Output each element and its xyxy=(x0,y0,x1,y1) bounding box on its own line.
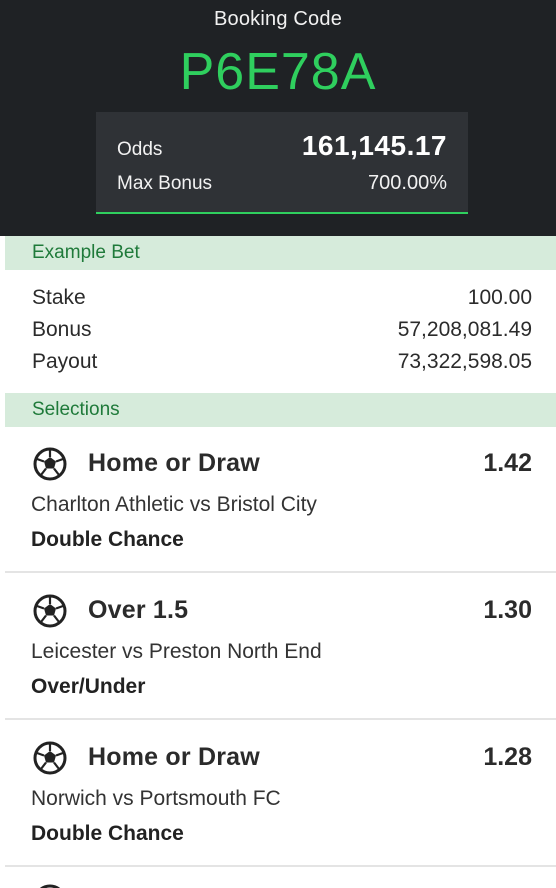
payout-label: Payout xyxy=(32,350,98,373)
selection-market: Double Chance xyxy=(31,822,184,845)
soccer-ball-icon xyxy=(39,884,61,888)
soccer-ball-icon xyxy=(33,594,67,628)
selection-market: Double Chance xyxy=(31,528,184,551)
selection-match: Leicester vs Preston North End xyxy=(31,640,322,663)
selection-pick: Over 1.5 xyxy=(88,596,189,624)
max-bonus-value: 700.00% xyxy=(368,172,447,194)
example-bet-header: Example Bet xyxy=(5,236,556,270)
selection-match: Norwich vs Portsmouth FC xyxy=(31,787,281,810)
booking-code-screen: Booking Code P6E78A Odds 161,145.17 Max … xyxy=(0,0,556,888)
max-bonus-label: Max Bonus xyxy=(117,173,213,194)
payout-value: 73,322,598.05 xyxy=(397,350,532,373)
booking-code-value[interactable]: P6E78A xyxy=(0,42,556,102)
soccer-ball-icon xyxy=(33,741,67,775)
bonus-value: 57,208,081.49 xyxy=(397,318,532,341)
selection-match: Charlton Athletic vs Bristol City xyxy=(31,493,317,516)
bonus-label: Bonus xyxy=(32,318,92,341)
booking-code-label: Booking Code xyxy=(213,8,343,30)
selection-item[interactable]: Home or Draw 1.28 Norwich vs Portsmouth … xyxy=(5,721,556,867)
payout-row: Payout 73,322,598.05 xyxy=(32,348,532,376)
selection-market: Over/Under xyxy=(31,675,146,698)
odds-summary-box: Odds 161,145.17 Max Bonus 700.00% xyxy=(96,112,468,214)
stake-value: 100.00 xyxy=(467,286,532,309)
selection-pick: Home or Draw xyxy=(88,449,260,477)
soccer-ball-icon xyxy=(33,447,67,481)
stake-label: Stake xyxy=(32,286,86,309)
selection-odds: 1.28 xyxy=(483,743,532,771)
selection-odds: 1.30 xyxy=(483,596,532,624)
selection-odds: 1.42 xyxy=(483,449,532,477)
bet-details-card: Example Bet Stake 100.00 Bonus 57,208,08… xyxy=(5,236,556,888)
odds-row: Odds 161,145.17 xyxy=(117,130,447,162)
stake-row: Stake 100.00 xyxy=(32,284,532,312)
max-bonus-row: Max Bonus 700.00% xyxy=(117,172,447,195)
odds-label: Odds xyxy=(117,139,163,160)
selection-pick: Home or Draw xyxy=(88,743,260,771)
bonus-row: Bonus 57,208,081.49 xyxy=(32,316,532,344)
odds-value: 161,145.17 xyxy=(301,130,447,161)
selections-header: Selections xyxy=(5,393,556,427)
selection-item[interactable]: Over 1.5 1.30 Leicester vs Preston North… xyxy=(5,574,556,720)
booking-header: Booking Code P6E78A Odds 161,145.17 Max … xyxy=(0,0,556,236)
selection-item[interactable]: Home or Draw 1.42 Charlton Athletic vs B… xyxy=(5,427,556,573)
